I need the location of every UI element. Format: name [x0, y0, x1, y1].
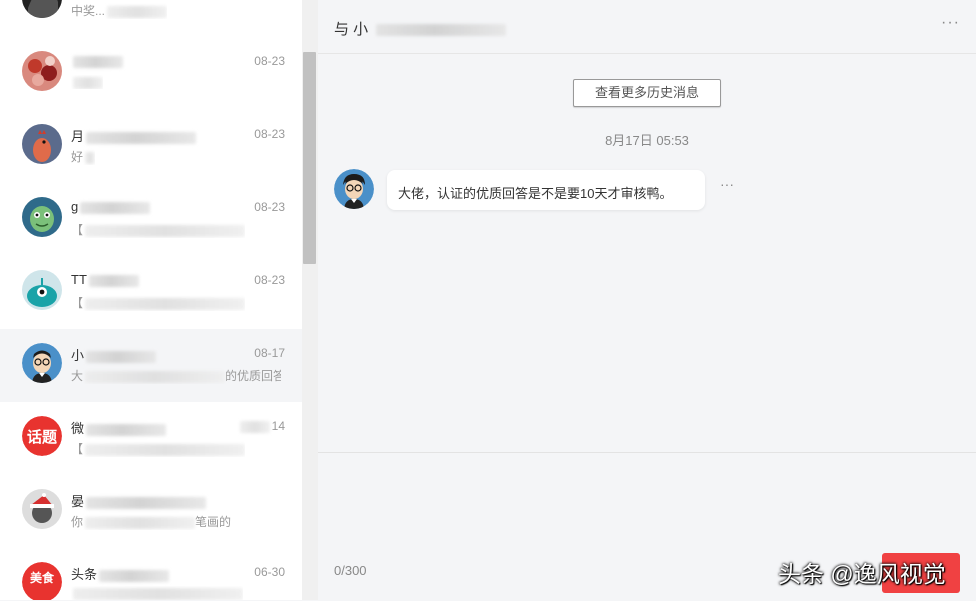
message-bubble[interactable]: 大佬，认证的优质回答是不是要10天才审核鸭。: [387, 170, 705, 210]
conversation-date: 08-23: [254, 200, 285, 214]
conversation-name: 微: [71, 418, 167, 437]
message-timestamp: 8月17日 05:53: [605, 133, 689, 148]
more-options-icon[interactable]: ···: [941, 14, 960, 32]
conversation-avatar[interactable]: 美食: [22, 562, 62, 600]
conversation-preview: 好: [71, 148, 96, 165]
chat-title: 与 小: [334, 18, 507, 39]
conversation-avatar[interactable]: [22, 489, 62, 529]
redacted-text: [86, 131, 197, 144]
conversation-item[interactable]: 小 08-17 大的优质回答是不: [0, 329, 302, 402]
conversation-item[interactable]: 08-23: [0, 37, 302, 110]
conversation-date: 08-23: [254, 127, 285, 141]
sender-avatar[interactable]: [334, 169, 374, 209]
chat-title-text: 与 小: [334, 21, 369, 38]
redacted-text: [85, 224, 246, 237]
redacted-text: [88, 274, 139, 287]
conversation-avatar[interactable]: [22, 51, 62, 91]
redacted-text: [73, 55, 123, 68]
conversation-avatar[interactable]: [22, 270, 62, 310]
redacted-text: [99, 569, 170, 582]
redacted-text: [85, 516, 196, 529]
char-counter: 0/300: [334, 563, 367, 578]
conversation-name: TT: [71, 272, 139, 287]
conversation-avatar[interactable]: [22, 343, 62, 383]
conversation-date: 08-17: [254, 346, 285, 360]
redacted-text: [73, 76, 103, 89]
chat-panel: 与 小 ··· 查看更多历史消息 8月17日 05:53 大佬，认证的优质回答是…: [318, 0, 976, 601]
conversation-preview: [71, 586, 243, 600]
redacted-text: [86, 496, 207, 509]
message-text: 大佬，认证的优质回答是不是要10天才审核鸭。: [398, 186, 673, 201]
redacted-text: [86, 350, 157, 363]
watermark: 头条 @逸风视觉: [778, 561, 946, 587]
conversation-date: 06-30: [254, 565, 285, 579]
conversation-preview: 中奖...: [71, 2, 168, 19]
redacted-text: [85, 151, 96, 164]
redacted-text: [107, 5, 168, 18]
redacted-text: [80, 201, 151, 214]
conversation-avatar[interactable]: [22, 0, 62, 18]
redacted-text: [85, 370, 226, 383]
redacted-text: [85, 443, 246, 456]
redacted-text: [86, 423, 167, 436]
conversation-item[interactable]: g 08-23 【: [0, 183, 302, 256]
conversation-avatar[interactable]: [22, 124, 62, 164]
conversation-preview: 【: [71, 440, 246, 457]
conversation-item[interactable]: 美食 头条 06-30: [0, 548, 302, 600]
redacted-text: [73, 587, 243, 600]
conversation-name: g: [71, 199, 151, 214]
conversation-preview: 【: [71, 294, 246, 311]
conversation-list: 中奖... 08-23 月 08-23 好 g 08-23 【TT 08-23 【小 08-17 大的…: [0, 0, 302, 600]
redacted-text: [85, 297, 246, 310]
conversation-name: 晏: [71, 491, 207, 510]
conversation-date: 08-23: [254, 54, 285, 68]
load-history-button[interactable]: 查看更多历史消息: [573, 79, 721, 107]
svg-text:美食: 美食: [30, 570, 55, 585]
svg-text:话题: 话题: [27, 428, 58, 446]
conversation-item[interactable]: TT 08-23 【: [0, 256, 302, 329]
conversation-name: [71, 53, 123, 68]
message-more-icon[interactable]: ···: [720, 176, 734, 192]
conversation-name: 小: [71, 345, 157, 364]
chat-header: 与 小 ···: [318, 0, 976, 54]
conversation-date: 08-23: [254, 273, 285, 287]
conversation-avatar[interactable]: [22, 197, 62, 237]
conversation-preview: [71, 75, 103, 89]
conversation-date: 14: [239, 419, 285, 433]
conversation-item[interactable]: 月 08-23 好: [0, 110, 302, 183]
redacted-name: [376, 24, 507, 37]
conversation-avatar[interactable]: 话题: [22, 416, 62, 456]
scrollbar-thumb[interactable]: [303, 52, 316, 264]
redacted-text: [239, 420, 270, 433]
conversation-item[interactable]: 晏你笔画的: [0, 475, 302, 548]
conversation-preview: 你笔画的: [71, 515, 232, 529]
conversation-sidebar: 中奖... 08-23 月 08-23 好 g 08-23 【TT 08-23 【小 08-17 大的…: [0, 0, 318, 600]
conversation-preview: 大的优质回答是不: [71, 369, 281, 383]
conversation-item[interactable]: 中奖...: [0, 0, 302, 37]
conversation-preview: 【: [71, 221, 246, 238]
conversation-item[interactable]: 话题微 14 【: [0, 402, 302, 475]
conversation-name: 月: [71, 126, 197, 145]
conversation-name: 头条: [71, 564, 170, 583]
